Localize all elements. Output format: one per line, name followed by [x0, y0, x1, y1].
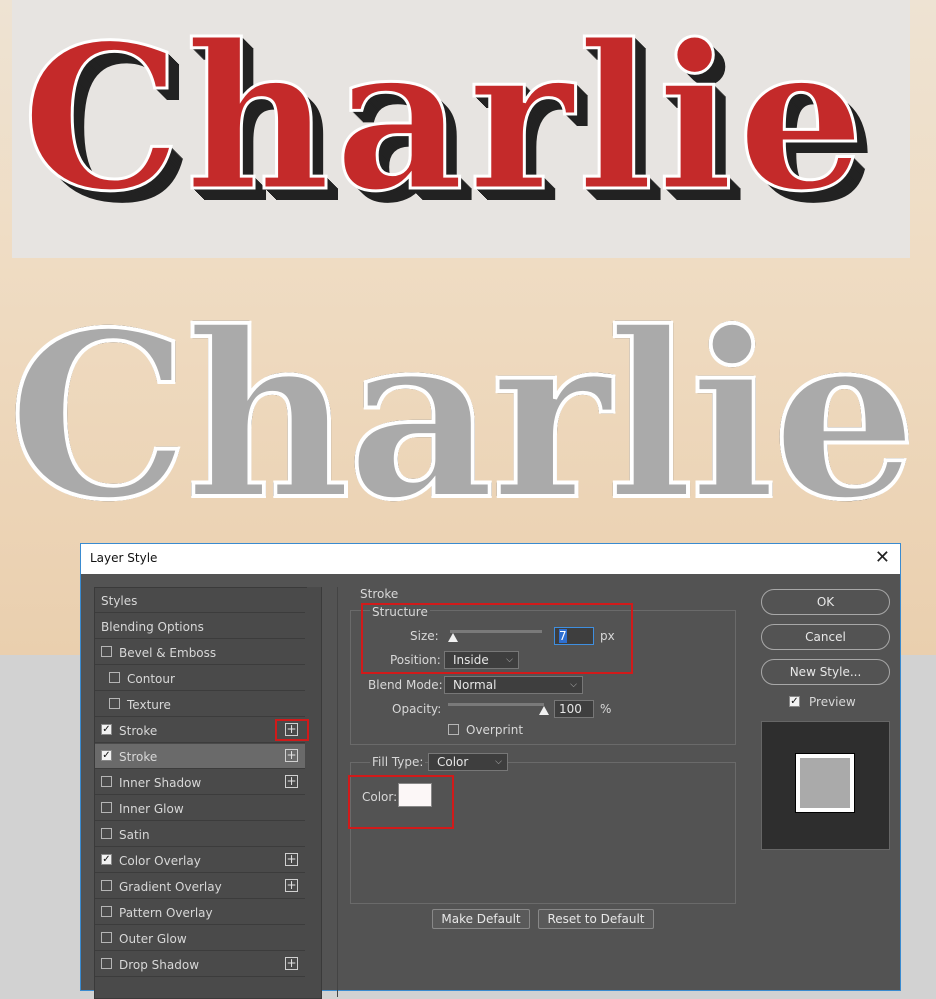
style-item[interactable]: Contour [95, 666, 305, 691]
add-style-icon[interactable]: + [285, 957, 298, 970]
style-item-label: Inner Glow [119, 802, 184, 816]
style-item-label: Bevel & Emboss [119, 646, 217, 660]
size-slider-thumb[interactable] [448, 633, 458, 642]
style-item-label: Contour [127, 672, 175, 686]
add-style-icon[interactable]: + [285, 723, 298, 736]
style-item-checkbox[interactable] [109, 672, 120, 683]
add-style-icon[interactable]: + [285, 853, 298, 866]
make-default-button[interactable]: Make Default [432, 909, 530, 929]
style-item[interactable]: Outer Glow [95, 926, 305, 951]
style-item-checkbox[interactable]: ✓ [101, 854, 112, 865]
style-item-label: Gradient Overlay [119, 880, 222, 894]
overprint-checkbox[interactable] [448, 724, 459, 735]
cancel-button[interactable]: Cancel [761, 624, 890, 650]
preview-label: Preview [809, 695, 856, 709]
color-label: Color: [362, 790, 398, 804]
style-item[interactable]: Gradient Overlay + [95, 874, 305, 899]
style-item-label: Styles [101, 594, 138, 608]
style-item-label: Texture [127, 698, 171, 712]
fill-type-label: Fill Type: [370, 755, 426, 769]
structure-label: Structure [370, 605, 430, 619]
style-item[interactable]: Inner Glow [95, 796, 305, 821]
size-input[interactable]: 7 [554, 627, 594, 645]
style-item-label: Drop Shadow [119, 958, 200, 972]
style-item-checkbox[interactable] [101, 932, 112, 943]
style-item-label: Stroke [119, 724, 158, 738]
style-item-label: Inner Shadow [119, 776, 202, 790]
styled-text-gray: Charlie [6, 282, 919, 550]
close-icon[interactable]: ✕ [875, 547, 890, 568]
styles-list: Styles Blending Options Bevel & Emboss Cont… [94, 587, 322, 999]
style-item[interactable]: Texture [95, 692, 305, 717]
style-item-label: Satin [119, 828, 150, 842]
layer-style-dialog: Layer Style ✕ Styles Blending Options Beve… [80, 543, 901, 999]
add-style-icon[interactable]: + [285, 775, 298, 788]
style-item[interactable]: Bevel & Emboss [95, 640, 305, 665]
section-title: Stroke [360, 587, 399, 601]
opacity-slider[interactable] [448, 703, 544, 706]
style-item[interactable]: Pattern Overlay [95, 900, 305, 925]
style-item-label: Color Overlay [119, 854, 201, 868]
style-item-checkbox[interactable] [101, 906, 112, 917]
style-item-checkbox[interactable] [101, 776, 112, 787]
position-label: Position: [390, 653, 441, 667]
reset-to-default-button[interactable]: Reset to Default [538, 909, 654, 929]
style-item-checkbox[interactable] [101, 880, 112, 891]
new-style-button[interactable]: New Style... [761, 659, 890, 685]
style-item[interactable]: Blending Options [95, 614, 305, 639]
style-item[interactable]: ✓ Color Overlay + [95, 848, 305, 873]
opacity-input[interactable]: 100 [554, 700, 594, 718]
style-item-label: Blending Options [101, 620, 204, 634]
position-select[interactable]: Inside ⌵ [444, 651, 519, 669]
dialog-titlebar: Layer Style ✕ [81, 544, 900, 574]
size-label: Size: [410, 629, 439, 643]
ok-button[interactable]: OK [761, 589, 890, 615]
style-item-checkbox[interactable]: ✓ [101, 724, 112, 735]
style-item[interactable]: Drop Shadow + [95, 952, 305, 977]
opacity-unit: % [600, 702, 612, 716]
fill-type-select[interactable]: Color ⌵ [428, 753, 508, 771]
styled-text-red: Charlie [21, 0, 869, 238]
style-item[interactable]: Satin [95, 822, 305, 847]
dialog-title: Layer Style [90, 551, 158, 565]
blend-mode-select[interactable]: Normal ⌵ [444, 676, 583, 694]
style-item[interactable]: ✓ Stroke + [95, 718, 305, 743]
style-preview [761, 721, 890, 850]
styles-list-scrollbar[interactable] [307, 587, 321, 997]
color-swatch[interactable] [398, 783, 432, 807]
overprint-label: Overprint [466, 723, 524, 737]
style-item-label: Pattern Overlay [119, 906, 213, 920]
opacity-label: Opacity: [392, 702, 442, 716]
style-item[interactable]: Inner Shadow + [95, 770, 305, 795]
style-item-label: Outer Glow [119, 932, 187, 946]
style-item-checkbox[interactable] [101, 958, 112, 969]
preview-checkbox[interactable]: ✓ [789, 696, 800, 707]
style-item-checkbox[interactable] [101, 646, 112, 657]
add-style-icon[interactable]: + [285, 879, 298, 892]
stroke-settings-panel: Stroke Structure Size: 7 px Position: In… [337, 587, 738, 997]
style-item-label: Stroke [119, 750, 158, 764]
style-item[interactable]: Styles [95, 588, 305, 613]
style-item-checkbox[interactable] [101, 828, 112, 839]
add-style-icon[interactable]: + [285, 749, 298, 762]
opacity-slider-thumb[interactable] [539, 706, 549, 715]
size-slider[interactable] [450, 630, 542, 633]
style-item-checkbox[interactable] [109, 698, 120, 709]
style-preview-thumbnail [795, 753, 855, 813]
size-unit: px [600, 629, 615, 643]
blend-mode-label: Blend Mode: [368, 678, 443, 692]
style-item[interactable]: ✓ Stroke + [95, 744, 305, 769]
style-item-checkbox[interactable]: ✓ [101, 750, 112, 761]
style-item-checkbox[interactable] [101, 802, 112, 813]
